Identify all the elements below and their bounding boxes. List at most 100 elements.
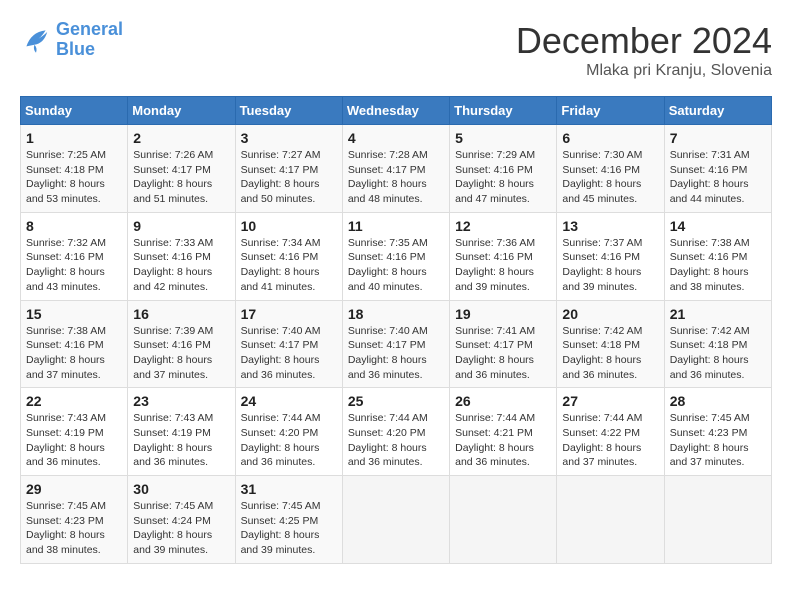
logo-line1: General (56, 20, 123, 40)
day-number: 2 (133, 130, 229, 146)
month-title: December 2024 (516, 20, 772, 62)
cell-info: Sunrise: 7:43 AMSunset: 4:19 PMDaylight:… (26, 411, 122, 470)
weekday-header: Saturday (664, 97, 771, 125)
location-title: Mlaka pri Kranju, Slovenia (516, 62, 772, 80)
weekday-header: Wednesday (342, 97, 449, 125)
day-number: 6 (562, 130, 658, 146)
calendar-cell: 30 Sunrise: 7:45 AMSunset: 4:24 PMDayligh… (128, 476, 235, 564)
page-header: General Blue December 2024 Mlaka pri Kra… (20, 20, 772, 80)
calendar-cell: 19 Sunrise: 7:41 AMSunset: 4:17 PMDayligh… (450, 300, 557, 388)
calendar-week-row: 22 Sunrise: 7:43 AMSunset: 4:19 PMDayligh… (21, 388, 772, 476)
weekday-header: Tuesday (235, 97, 342, 125)
day-number: 22 (26, 393, 122, 409)
calendar-cell: 6 Sunrise: 7:30 AMSunset: 4:16 PMDaylight… (557, 125, 664, 213)
day-number: 3 (241, 130, 337, 146)
logo-line2: Blue (56, 40, 123, 60)
weekday-header: Friday (557, 97, 664, 125)
cell-info: Sunrise: 7:45 AMSunset: 4:25 PMDaylight:… (241, 499, 337, 558)
calendar-cell: 3 Sunrise: 7:27 AMSunset: 4:17 PMDaylight… (235, 125, 342, 213)
day-number: 23 (133, 393, 229, 409)
weekday-header: Thursday (450, 97, 557, 125)
cell-info: Sunrise: 7:30 AMSunset: 4:16 PMDaylight:… (562, 148, 658, 207)
cell-info: Sunrise: 7:44 AMSunset: 4:20 PMDaylight:… (241, 411, 337, 470)
cell-info: Sunrise: 7:35 AMSunset: 4:16 PMDaylight:… (348, 236, 444, 295)
cell-info: Sunrise: 7:32 AMSunset: 4:16 PMDaylight:… (26, 236, 122, 295)
cell-info: Sunrise: 7:45 AMSunset: 4:23 PMDaylight:… (26, 499, 122, 558)
calendar-table: SundayMondayTuesdayWednesdayThursdayFrid… (20, 96, 772, 564)
day-number: 15 (26, 306, 122, 322)
day-number: 4 (348, 130, 444, 146)
calendar-cell: 23 Sunrise: 7:43 AMSunset: 4:19 PMDayligh… (128, 388, 235, 476)
day-number: 18 (348, 306, 444, 322)
calendar-cell: 13 Sunrise: 7:37 AMSunset: 4:16 PMDayligh… (557, 212, 664, 300)
calendar-cell: 10 Sunrise: 7:34 AMSunset: 4:16 PMDayligh… (235, 212, 342, 300)
day-number: 11 (348, 218, 444, 234)
calendar-cell: 28 Sunrise: 7:45 AMSunset: 4:23 PMDayligh… (664, 388, 771, 476)
cell-info: Sunrise: 7:40 AMSunset: 4:17 PMDaylight:… (241, 324, 337, 383)
cell-info: Sunrise: 7:45 AMSunset: 4:24 PMDaylight:… (133, 499, 229, 558)
cell-info: Sunrise: 7:45 AMSunset: 4:23 PMDaylight:… (670, 411, 766, 470)
calendar-cell: 14 Sunrise: 7:38 AMSunset: 4:16 PMDayligh… (664, 212, 771, 300)
day-number: 21 (670, 306, 766, 322)
calendar-cell: 5 Sunrise: 7:29 AMSunset: 4:16 PMDaylight… (450, 125, 557, 213)
calendar-cell: 26 Sunrise: 7:44 AMSunset: 4:21 PMDayligh… (450, 388, 557, 476)
cell-info: Sunrise: 7:44 AMSunset: 4:20 PMDaylight:… (348, 411, 444, 470)
day-number: 8 (26, 218, 122, 234)
title-block: December 2024 Mlaka pri Kranju, Slovenia (516, 20, 772, 80)
calendar-cell: 12 Sunrise: 7:36 AMSunset: 4:16 PMDayligh… (450, 212, 557, 300)
cell-info: Sunrise: 7:40 AMSunset: 4:17 PMDaylight:… (348, 324, 444, 383)
calendar-cell: 21 Sunrise: 7:42 AMSunset: 4:18 PMDayligh… (664, 300, 771, 388)
day-number: 30 (133, 481, 229, 497)
logo-text-block: General Blue (56, 20, 123, 60)
cell-info: Sunrise: 7:27 AMSunset: 4:17 PMDaylight:… (241, 148, 337, 207)
calendar-cell (557, 476, 664, 564)
cell-info: Sunrise: 7:42 AMSunset: 4:18 PMDaylight:… (562, 324, 658, 383)
day-number: 27 (562, 393, 658, 409)
cell-info: Sunrise: 7:25 AMSunset: 4:18 PMDaylight:… (26, 148, 122, 207)
cell-info: Sunrise: 7:28 AMSunset: 4:17 PMDaylight:… (348, 148, 444, 207)
cell-info: Sunrise: 7:37 AMSunset: 4:16 PMDaylight:… (562, 236, 658, 295)
calendar-week-row: 29 Sunrise: 7:45 AMSunset: 4:23 PMDayligh… (21, 476, 772, 564)
calendar-cell: 16Sunrise: 7:39 AMSunset: 4:16 PMDayligh… (128, 300, 235, 388)
cell-info: Sunrise: 7:29 AMSunset: 4:16 PMDaylight:… (455, 148, 551, 207)
day-number: 26 (455, 393, 551, 409)
cell-info: Sunrise: 7:36 AMSunset: 4:16 PMDaylight:… (455, 236, 551, 295)
day-number: 29 (26, 481, 122, 497)
weekday-header: Sunday (21, 97, 128, 125)
calendar-header-row: SundayMondayTuesdayWednesdayThursdayFrid… (21, 97, 772, 125)
calendar-cell: 17 Sunrise: 7:40 AMSunset: 4:17 PMDayligh… (235, 300, 342, 388)
cell-info: Sunrise: 7:31 AMSunset: 4:16 PMDaylight:… (670, 148, 766, 207)
day-number: 10 (241, 218, 337, 234)
calendar-cell: 7Sunrise: 7:31 AMSunset: 4:16 PMDaylight… (664, 125, 771, 213)
cell-info: Sunrise: 7:43 AMSunset: 4:19 PMDaylight:… (133, 411, 229, 470)
calendar-cell: 18 Sunrise: 7:40 AMSunset: 4:17 PMDayligh… (342, 300, 449, 388)
day-number: 28 (670, 393, 766, 409)
calendar-cell: 4 Sunrise: 7:28 AMSunset: 4:17 PMDaylight… (342, 125, 449, 213)
calendar-cell: 8 Sunrise: 7:32 AMSunset: 4:16 PMDaylight… (21, 212, 128, 300)
day-number: 12 (455, 218, 551, 234)
day-number: 19 (455, 306, 551, 322)
cell-info: Sunrise: 7:34 AMSunset: 4:16 PMDaylight:… (241, 236, 337, 295)
day-number: 17 (241, 306, 337, 322)
calendar-week-row: 1Sunrise: 7:25 AMSunset: 4:18 PMDaylight… (21, 125, 772, 213)
calendar-cell: 11 Sunrise: 7:35 AMSunset: 4:16 PMDayligh… (342, 212, 449, 300)
cell-info: Sunrise: 7:42 AMSunset: 4:18 PMDaylight:… (670, 324, 766, 383)
logo-icon (20, 24, 52, 56)
calendar-cell (450, 476, 557, 564)
day-number: 16 (133, 306, 229, 322)
calendar-cell: 9Sunrise: 7:33 AMSunset: 4:16 PMDaylight… (128, 212, 235, 300)
calendar-cell: 20 Sunrise: 7:42 AMSunset: 4:18 PMDayligh… (557, 300, 664, 388)
day-number: 14 (670, 218, 766, 234)
cell-info: Sunrise: 7:38 AMSunset: 4:16 PMDaylight:… (670, 236, 766, 295)
day-number: 20 (562, 306, 658, 322)
day-number: 5 (455, 130, 551, 146)
calendar-cell: 15 Sunrise: 7:38 AMSunset: 4:16 PMDayligh… (21, 300, 128, 388)
calendar-week-row: 8 Sunrise: 7:32 AMSunset: 4:16 PMDaylight… (21, 212, 772, 300)
weekday-header: Monday (128, 97, 235, 125)
cell-info: Sunrise: 7:38 AMSunset: 4:16 PMDaylight:… (26, 324, 122, 383)
cell-info: Sunrise: 7:41 AMSunset: 4:17 PMDaylight:… (455, 324, 551, 383)
cell-info: Sunrise: 7:44 AMSunset: 4:21 PMDaylight:… (455, 411, 551, 470)
logo: General Blue (20, 20, 123, 60)
day-number: 13 (562, 218, 658, 234)
cell-info: Sunrise: 7:33 AMSunset: 4:16 PMDaylight:… (133, 236, 229, 295)
